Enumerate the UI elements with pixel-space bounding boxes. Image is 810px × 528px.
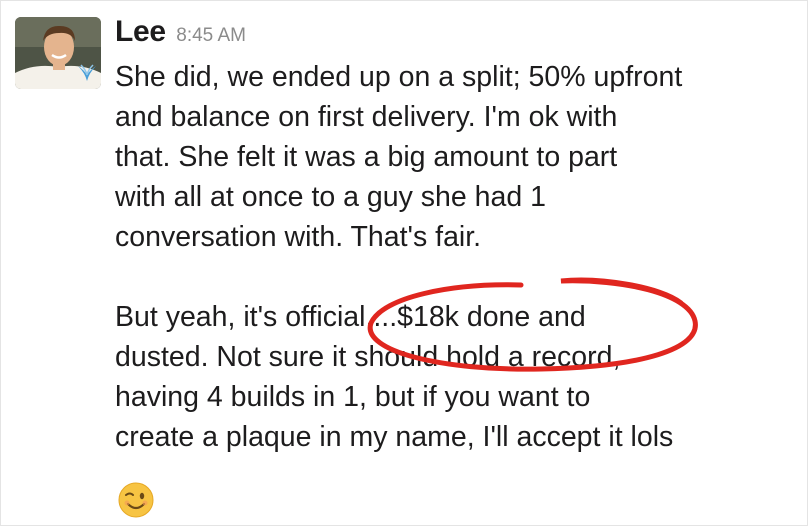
- chat-message-card: Lee 8:45 AM She did, we ended up on a sp…: [0, 0, 808, 526]
- message-paragraph-1: She did, we ended up on a split; 50% upf…: [115, 57, 805, 257]
- winking-face-emoji: [117, 481, 155, 519]
- message-line: She did, we ended up on a split; 50% upf…: [115, 61, 683, 93]
- bird-badge-icon: [75, 61, 99, 85]
- message-line: having 4 builds in 1, but if you want to: [115, 381, 591, 413]
- message-line: with all at once to a guy she had 1: [115, 181, 546, 213]
- message-timestamp[interactable]: 8:45 AM: [176, 25, 246, 46]
- message-line: dusted. Not sure it should hold a record…: [115, 341, 621, 373]
- message-line: create a plaque in my name, I'll accept …: [115, 421, 674, 453]
- message-header: Lee 8:45 AM: [115, 15, 246, 49]
- author-name[interactable]: Lee: [115, 15, 166, 48]
- message-line: that. She felt it was a big amount to pa…: [115, 141, 618, 173]
- message-line: conversation with. That's fair.: [115, 221, 482, 253]
- message-line: and balance on first delivery. I'm ok wi…: [115, 101, 618, 133]
- message-line: But yeah, it's official....$18k done and: [115, 301, 586, 333]
- message-body: She did, we ended up on a split; 50% upf…: [115, 57, 805, 457]
- message-paragraph-2: But yeah, it's official....$18k done and…: [115, 297, 805, 457]
